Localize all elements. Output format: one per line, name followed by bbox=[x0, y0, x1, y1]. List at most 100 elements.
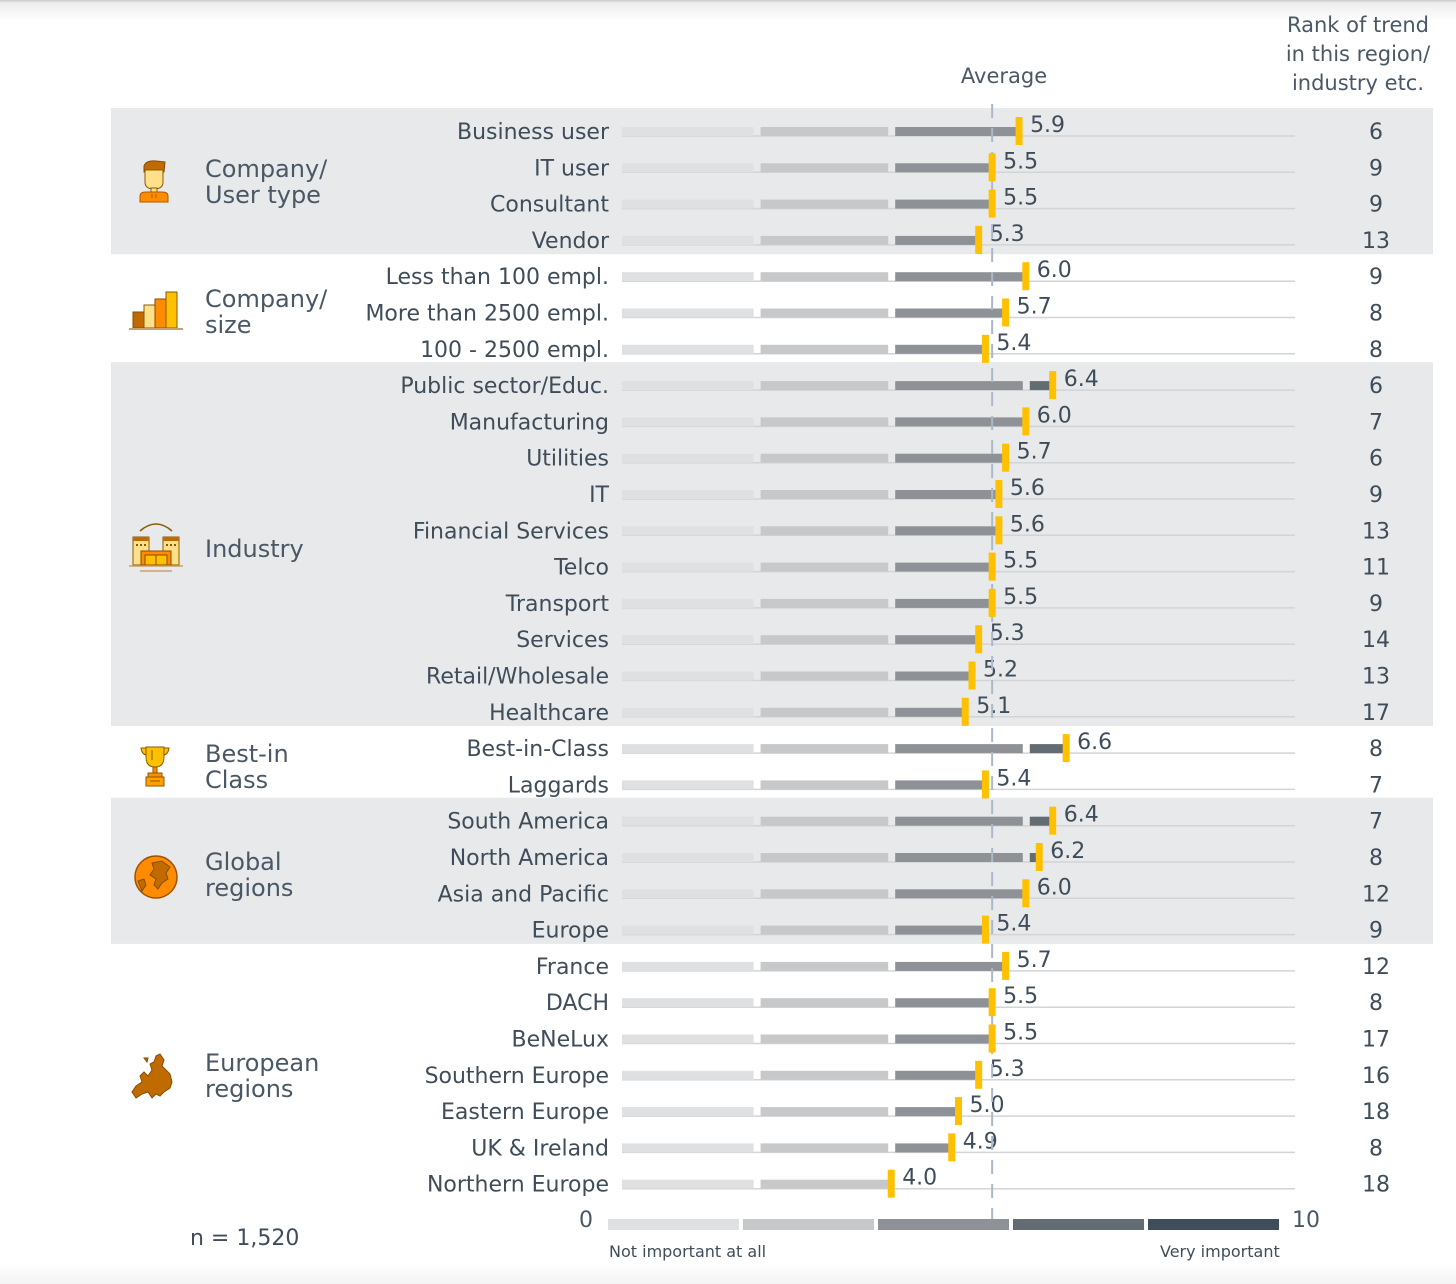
bar-segment bbox=[622, 671, 754, 681]
bar-segment bbox=[895, 635, 979, 645]
bar-segment bbox=[622, 744, 754, 754]
value-label: 6.4 bbox=[1064, 803, 1099, 828]
row-label: 100 - 2500 empl. bbox=[420, 338, 609, 363]
bar-segment bbox=[895, 925, 986, 935]
bar-segment bbox=[760, 998, 889, 1008]
bar-segment bbox=[760, 490, 889, 499]
rank-value: 9 bbox=[1369, 156, 1383, 181]
bar-segment bbox=[895, 272, 1023, 282]
bar-segment bbox=[622, 1107, 754, 1117]
group-label-company-size: Company/ size bbox=[205, 286, 327, 338]
bar-segment bbox=[622, 272, 754, 282]
bar-segment bbox=[760, 417, 889, 427]
bar-segment bbox=[622, 780, 754, 790]
bar-segment bbox=[760, 961, 889, 971]
bar-segment bbox=[895, 1034, 993, 1044]
bar-segment bbox=[760, 744, 889, 754]
bar-segment bbox=[895, 1143, 952, 1153]
rank-header-line-1: Rank of trend bbox=[1286, 13, 1430, 37]
bar-segment bbox=[895, 998, 993, 1008]
rank-value: 6 bbox=[1369, 120, 1383, 145]
bar-segment bbox=[760, 562, 889, 572]
rank-value: 11 bbox=[1362, 556, 1390, 581]
rank-value: 8 bbox=[1369, 302, 1383, 327]
bar-segment bbox=[895, 235, 979, 245]
bar-segment bbox=[622, 453, 754, 463]
rank-header-line-3: industry etc. bbox=[1291, 71, 1425, 95]
bar-segment bbox=[895, 671, 972, 681]
rank-value: 8 bbox=[1369, 1136, 1383, 1161]
globe-icon bbox=[134, 855, 178, 899]
rank-value: 18 bbox=[1362, 1100, 1390, 1125]
rank-value: 14 bbox=[1362, 628, 1390, 653]
scale-segment bbox=[608, 1219, 739, 1230]
bar-segment bbox=[760, 1070, 889, 1080]
row-label: Asia and Pacific bbox=[438, 882, 609, 907]
group-label-user-type: Company/ User type bbox=[205, 156, 327, 208]
value-marker bbox=[995, 516, 1003, 545]
value-label: 5.7 bbox=[1017, 295, 1052, 320]
rank-value: 8 bbox=[1369, 338, 1383, 363]
bar-segment bbox=[895, 417, 1023, 427]
chart-row: BeNeLux 5.5 17 bbox=[512, 1021, 1390, 1053]
value-label: 5.6 bbox=[1010, 512, 1045, 537]
bar-segment bbox=[760, 925, 889, 935]
value-label: 4.0 bbox=[902, 1166, 937, 1191]
bar-segment bbox=[622, 707, 754, 717]
row-label: Services bbox=[516, 628, 609, 653]
axis-min-label: 0 bbox=[579, 1208, 593, 1233]
row-label: Healthcare bbox=[489, 701, 609, 726]
bar-segment bbox=[1029, 744, 1067, 754]
bar-segment bbox=[895, 453, 1006, 463]
value-marker bbox=[988, 1024, 996, 1053]
group-label-line: regions bbox=[205, 874, 294, 902]
bar-segment bbox=[895, 199, 993, 209]
bar-segment bbox=[622, 381, 754, 391]
row-label: IT bbox=[589, 483, 609, 508]
value-marker bbox=[1049, 371, 1057, 400]
row-label: Financial Services bbox=[413, 519, 609, 544]
rank-value: 7 bbox=[1369, 773, 1383, 798]
group-label-best-in-class: Best-in Class bbox=[205, 741, 289, 793]
bar-segment bbox=[622, 163, 754, 173]
value-marker bbox=[948, 1133, 956, 1162]
bar-segment bbox=[760, 707, 889, 717]
bar-segment bbox=[895, 744, 1023, 754]
bar-segment bbox=[760, 163, 889, 173]
bar-segment bbox=[622, 925, 754, 935]
rank-value: 13 bbox=[1362, 519, 1390, 544]
bar-segment bbox=[760, 780, 889, 790]
group-label-line: regions bbox=[205, 1075, 294, 1103]
rank-value: 8 bbox=[1369, 991, 1383, 1016]
value-label: 6.0 bbox=[1037, 875, 1072, 900]
row-label: Utilities bbox=[526, 447, 609, 472]
value-marker bbox=[1022, 262, 1030, 291]
bar-segment bbox=[895, 598, 993, 608]
chart-row: Best-in-Class 6.6 8 bbox=[466, 730, 1383, 762]
bar-segment bbox=[760, 308, 889, 318]
row-label: DACH bbox=[546, 991, 609, 1016]
value-label: 5.7 bbox=[1017, 440, 1052, 465]
rank-value: 13 bbox=[1362, 229, 1390, 254]
rank-column-header: Rank of trend in this region/ industry e… bbox=[1270, 11, 1446, 98]
bar-segment bbox=[760, 381, 889, 391]
value-label: 5.5 bbox=[1003, 549, 1038, 574]
bar-segment bbox=[760, 199, 889, 209]
bar-segment bbox=[622, 308, 754, 318]
value-marker bbox=[968, 661, 976, 690]
bar-segment bbox=[760, 671, 889, 681]
rank-value: 9 bbox=[1369, 265, 1383, 290]
chart-row: Southern Europe 5.3 16 bbox=[425, 1057, 1390, 1089]
value-label: 5.4 bbox=[996, 766, 1031, 791]
value-label: 6.0 bbox=[1037, 403, 1072, 428]
bar-segment bbox=[895, 490, 999, 499]
bar-chart-icon bbox=[129, 291, 183, 330]
bar-segment bbox=[622, 816, 754, 826]
group-label-line: User type bbox=[205, 181, 321, 209]
trophy-icon bbox=[140, 746, 170, 787]
bar-segment bbox=[760, 526, 889, 536]
value-label: 5.9 bbox=[1030, 113, 1065, 138]
value-marker bbox=[995, 480, 1003, 508]
rank-value: 6 bbox=[1369, 374, 1383, 399]
bar-segment bbox=[760, 1143, 889, 1153]
